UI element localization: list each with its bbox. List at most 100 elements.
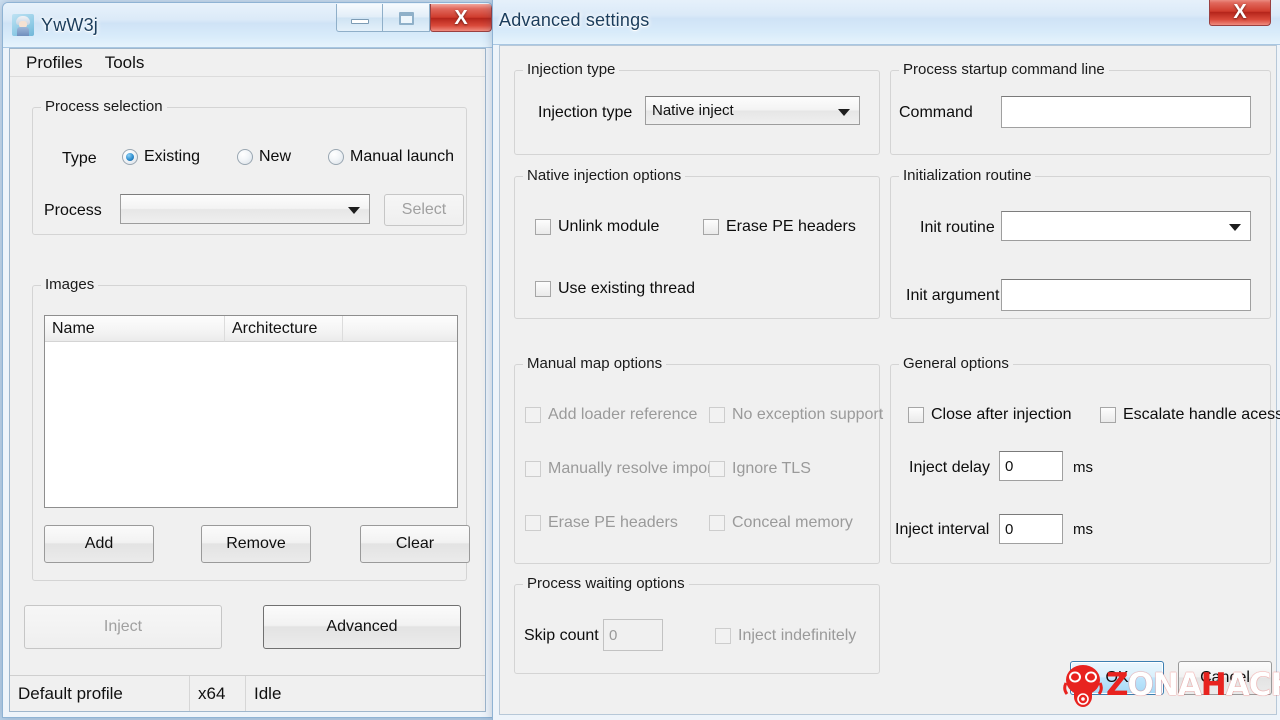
images-listview-header: Name Architecture bbox=[45, 316, 457, 342]
status-bar: Default profile x64 Idle bbox=[10, 675, 485, 711]
radio-existing-label: Existing bbox=[144, 148, 201, 165]
checkbox-conceal-memory-label: Conceal memory bbox=[732, 514, 853, 531]
minimize-icon bbox=[351, 19, 369, 24]
checkbox-unlink-module-label: Unlink module bbox=[558, 218, 660, 235]
checkbox-escalate-handle-access-box bbox=[1100, 407, 1116, 423]
checkbox-erase-pe-headers-native-box bbox=[703, 219, 719, 235]
checkbox-ignore-tls[interactable]: Ignore TLS bbox=[709, 460, 811, 478]
checkbox-unlink-module-box bbox=[535, 219, 551, 235]
checkbox-manually-resolve-imports-label: Manually resolve imports bbox=[548, 460, 725, 477]
checkbox-close-after-injection-box bbox=[908, 407, 924, 423]
checkbox-close-after-injection[interactable]: Close after injection bbox=[908, 406, 1072, 424]
column-header-architecture[interactable]: Architecture bbox=[225, 316, 343, 342]
checkbox-inject-indefinitely[interactable]: Inject indefinitely bbox=[715, 627, 856, 645]
checkbox-unlink-module[interactable]: Unlink module bbox=[535, 218, 659, 236]
process-label: Process bbox=[44, 202, 102, 219]
checkbox-add-loader-reference-box bbox=[525, 407, 541, 423]
checkbox-erase-pe-headers-native[interactable]: Erase PE headers bbox=[703, 218, 856, 236]
inject-delay-value: 0 bbox=[1005, 457, 1014, 475]
advanced-close-button[interactable]: X bbox=[1209, 0, 1271, 26]
inject-button[interactable]: Inject bbox=[24, 605, 222, 649]
checkbox-no-exception-support-box bbox=[709, 407, 725, 423]
radio-manual-launch-indicator bbox=[328, 149, 344, 165]
process-selection-legend: Process selection bbox=[41, 98, 167, 115]
main-caption-buttons: X bbox=[336, 3, 492, 32]
inject-interval-value: 0 bbox=[1005, 520, 1014, 538]
startup-command-legend: Process startup command line bbox=[899, 61, 1109, 78]
native-injection-options-group: Native injection options Unlink module E… bbox=[514, 167, 880, 319]
checkbox-inject-indefinitely-box bbox=[715, 628, 731, 644]
maximize-button[interactable] bbox=[383, 4, 430, 32]
process-waiting-options-legend: Process waiting options bbox=[523, 575, 689, 592]
advanced-window-client: Injection type Injection type Native inj… bbox=[499, 45, 1280, 715]
general-options-group: General options Close after injection Es… bbox=[890, 355, 1280, 564]
column-header-extra[interactable] bbox=[343, 316, 457, 342]
status-arch: x64 bbox=[190, 676, 246, 711]
command-input[interactable] bbox=[1001, 96, 1251, 128]
checkbox-manually-resolve-imports-box bbox=[525, 461, 541, 477]
menu-item-profiles[interactable]: Profiles bbox=[18, 51, 91, 75]
checkbox-erase-pe-headers-manual-box bbox=[525, 515, 541, 531]
cancel-button[interactable]: Cancel bbox=[1178, 661, 1272, 695]
radio-new-label: New bbox=[259, 148, 292, 165]
inject-interval-input[interactable]: 0 bbox=[999, 514, 1063, 544]
main-window-title: YwW3j bbox=[41, 14, 99, 35]
checkbox-escalate-handle-access[interactable]: Escalate handle acess bbox=[1100, 406, 1280, 424]
skip-count-label: Skip count bbox=[524, 627, 599, 644]
close-button[interactable]: X bbox=[430, 4, 492, 32]
column-header-name[interactable]: Name bbox=[45, 316, 225, 342]
radio-existing-indicator bbox=[122, 149, 138, 165]
radio-manual-launch-label: Manual launch bbox=[350, 148, 455, 165]
inject-delay-unit: ms bbox=[1073, 459, 1093, 476]
checkbox-escalate-handle-access-label: Escalate handle acess bbox=[1123, 406, 1280, 423]
radio-existing[interactable]: Existing bbox=[122, 148, 200, 166]
checkbox-use-existing-thread-label: Use existing thread bbox=[558, 280, 695, 297]
checkbox-conceal-memory-box bbox=[709, 515, 725, 531]
minimize-button[interactable] bbox=[336, 4, 383, 32]
ok-button[interactable]: OK bbox=[1070, 661, 1164, 695]
radio-new[interactable]: New bbox=[237, 148, 291, 166]
radio-new-indicator bbox=[237, 149, 253, 165]
close-icon: X bbox=[454, 7, 468, 29]
images-legend: Images bbox=[41, 276, 99, 293]
skip-count-input[interactable]: 0 bbox=[603, 619, 663, 651]
checkbox-use-existing-thread-box bbox=[535, 281, 551, 297]
process-combobox[interactable] bbox=[120, 194, 370, 224]
startup-command-group: Process startup command line Command bbox=[890, 61, 1271, 155]
checkbox-ignore-tls-label: Ignore TLS bbox=[732, 460, 811, 477]
remove-button[interactable]: Remove bbox=[201, 525, 311, 563]
advanced-caption-buttons: X bbox=[1209, 0, 1280, 26]
manual-map-options-group: Manual map options Add loader reference … bbox=[514, 355, 883, 564]
checkbox-erase-pe-headers-native-label: Erase PE headers bbox=[726, 218, 856, 235]
checkbox-inject-indefinitely-label: Inject indefinitely bbox=[738, 627, 857, 644]
inject-delay-input[interactable]: 0 bbox=[999, 451, 1063, 481]
checkbox-erase-pe-headers-manual-label: Erase PE headers bbox=[548, 514, 678, 531]
images-listview[interactable]: Name Architecture bbox=[44, 315, 458, 508]
inject-interval-unit: ms bbox=[1073, 521, 1093, 538]
checkbox-use-existing-thread[interactable]: Use existing thread bbox=[535, 280, 695, 298]
main-window-titlebar[interactable]: YwW3j X bbox=[3, 3, 492, 48]
clear-button[interactable]: Clear bbox=[360, 525, 470, 563]
init-routine-combobox[interactable] bbox=[1001, 211, 1251, 241]
injection-type-combobox[interactable]: Native inject bbox=[645, 96, 860, 125]
checkbox-erase-pe-headers-manual[interactable]: Erase PE headers bbox=[525, 514, 678, 532]
select-button[interactable]: Select bbox=[384, 194, 464, 226]
close-icon: X bbox=[1233, 1, 1247, 23]
status-state: Idle bbox=[254, 683, 282, 703]
process-waiting-options-group: Process waiting options Skip count 0 Inj… bbox=[514, 575, 880, 674]
advanced-button[interactable]: Advanced bbox=[263, 605, 461, 649]
radio-manual-launch[interactable]: Manual launch bbox=[328, 148, 454, 166]
advanced-window-titlebar[interactable]: Advanced settings X bbox=[493, 0, 1280, 45]
add-button[interactable]: Add bbox=[44, 525, 154, 563]
menu-item-tools[interactable]: Tools bbox=[97, 51, 153, 75]
checkbox-no-exception-support[interactable]: No exception support bbox=[709, 406, 883, 424]
checkbox-conceal-memory[interactable]: Conceal memory bbox=[709, 514, 853, 532]
process-selection-group: Process selection Type Existing New Manu… bbox=[32, 98, 467, 235]
checkbox-manually-resolve-imports[interactable]: Manually resolve imports bbox=[525, 460, 725, 478]
chevron-down-icon bbox=[1229, 224, 1241, 231]
checkbox-add-loader-reference-label: Add loader reference bbox=[548, 406, 698, 423]
init-routine-label: Init routine bbox=[920, 219, 995, 236]
init-argument-input[interactable] bbox=[1001, 279, 1251, 311]
command-label: Command bbox=[899, 104, 973, 121]
checkbox-add-loader-reference[interactable]: Add loader reference bbox=[525, 406, 697, 424]
